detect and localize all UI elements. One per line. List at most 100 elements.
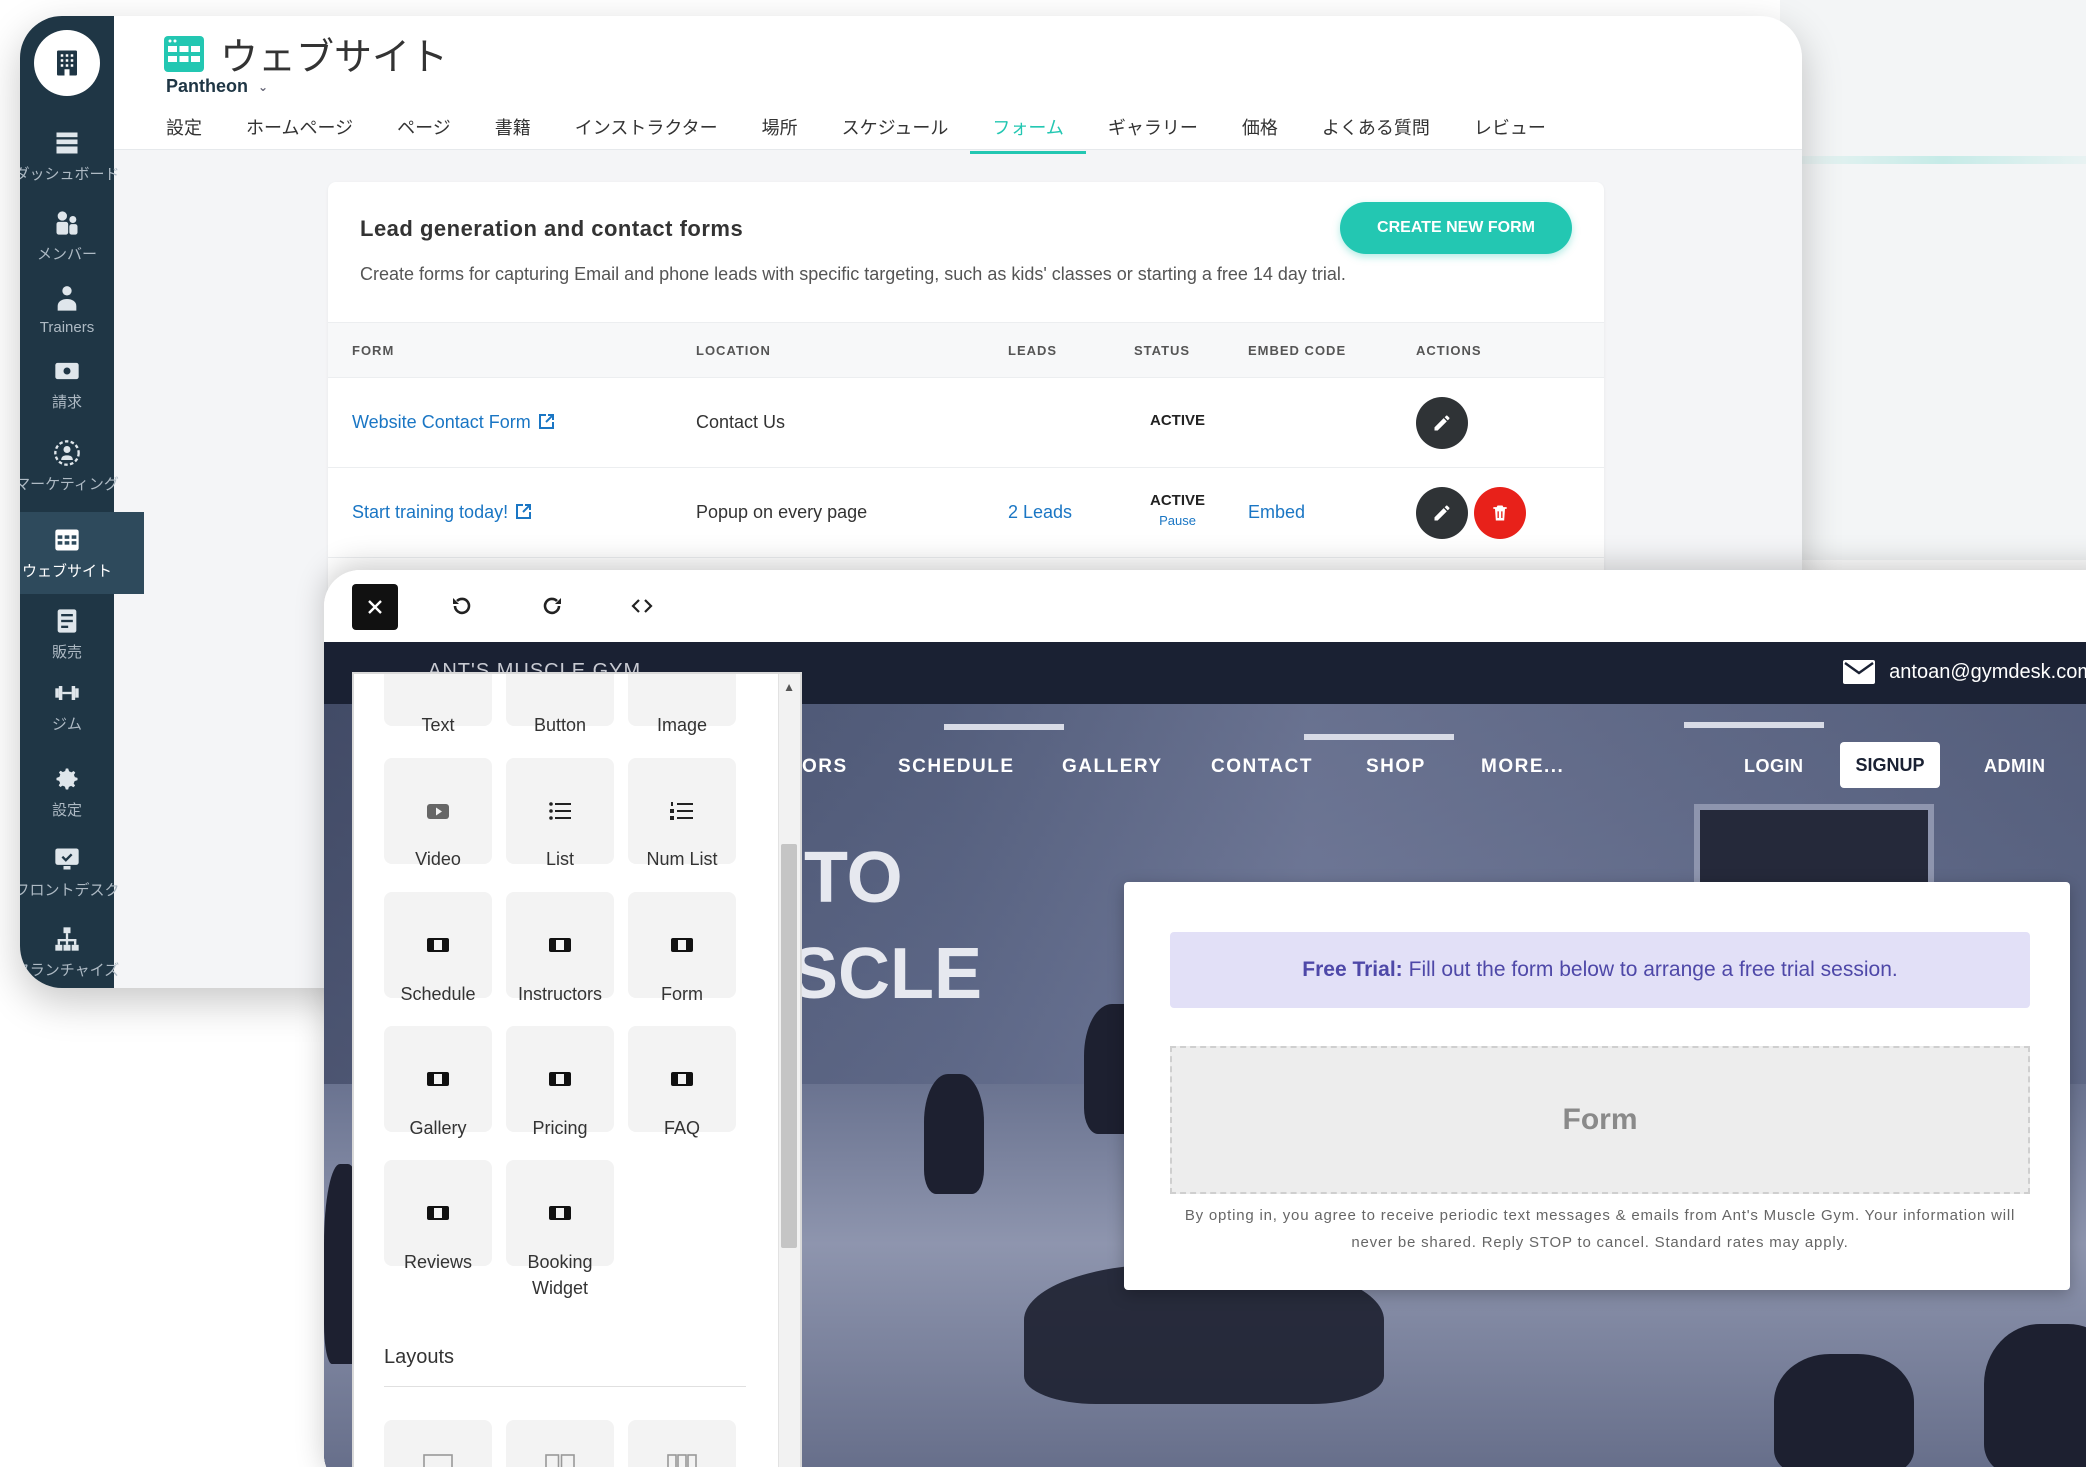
app-logo[interactable] — [34, 30, 100, 96]
signup-button[interactable]: SIGNUP — [1840, 742, 1940, 788]
sidebar-item-marketing[interactable]: マーケティング — [20, 428, 144, 504]
table-row: Website Contact Form Contact Us ACTIVE — [328, 378, 1604, 468]
login-link[interactable]: LOGIN — [1744, 756, 1804, 777]
create-new-form-button[interactable]: CREATE NEW FORM — [1340, 202, 1572, 254]
layout-two-column[interactable] — [506, 1420, 614, 1467]
marketing-icon — [54, 439, 80, 466]
tab-reviews[interactable]: レビュー — [1474, 114, 1546, 154]
tab-pricing[interactable]: 価格 — [1242, 114, 1278, 154]
tab-instructors[interactable]: インストラクター — [575, 114, 718, 154]
nav-item-gallery[interactable]: GALLERY — [1062, 756, 1163, 778]
palette-scrollbar[interactable]: ▲ — [778, 674, 800, 1467]
external-link-icon — [516, 504, 532, 519]
nav-item-contact[interactable]: CONTACT — [1211, 756, 1313, 778]
form-leads-link[interactable]: 2 Leads — [1008, 502, 1072, 523]
trial-form-card: Free Trial: Fill out the form below to ar… — [1124, 882, 2070, 1290]
widget-icon — [549, 938, 571, 952]
pause-link[interactable]: Pause — [1150, 513, 1205, 528]
close-button[interactable] — [352, 584, 398, 630]
sidebar-item-gym[interactable]: ジム — [20, 668, 144, 744]
form-placeholder[interactable]: Form — [1170, 1046, 2030, 1194]
status-badge: ACTIVE — [1150, 412, 1206, 429]
scroll-thumb[interactable] — [781, 844, 797, 1248]
trainers-icon — [57, 285, 77, 311]
external-link-icon — [538, 414, 554, 429]
tab-books[interactable]: 書籍 — [495, 114, 531, 154]
edit-button[interactable] — [1416, 397, 1468, 449]
tab-settings[interactable]: 設定 — [166, 114, 202, 154]
tab-homepage[interactable]: ホームページ — [246, 114, 353, 154]
element-label: Booking Widget — [527, 1252, 593, 1298]
members-icon — [56, 210, 78, 235]
widget-icon — [549, 1206, 571, 1220]
embed-link[interactable]: Embed — [1248, 502, 1305, 523]
divider — [384, 1386, 746, 1387]
sidebar-item-label: マーケティング — [20, 475, 119, 493]
widget-icon — [427, 1072, 449, 1086]
front-desk-icon — [55, 848, 79, 869]
background-panel — [1780, 0, 2086, 560]
element-label: Pricing — [532, 1118, 588, 1138]
sidebar-item-settings[interactable]: 設定 — [20, 754, 144, 830]
sidebar-item-label: フロントデスク — [20, 881, 120, 899]
page-title-text: ウェブサイト — [220, 35, 449, 79]
pencil-icon — [1434, 415, 1450, 431]
tab-forms[interactable]: フォーム — [970, 114, 1087, 154]
editor-toolbar — [324, 570, 2086, 642]
sidebar-item-website[interactable]: ウェブサイト — [20, 512, 144, 594]
site-selector[interactable]: Pantheon ⌄ — [166, 76, 268, 97]
form-location: Contact Us — [696, 412, 786, 432]
redo-button[interactable] — [538, 592, 566, 620]
redo-icon — [543, 597, 561, 615]
gym-icon — [55, 685, 79, 700]
column-header: LOCATION — [696, 343, 771, 358]
column-header: LEADS — [1008, 343, 1058, 358]
sidebar-item-front-desk[interactable]: フロントデスク — [20, 834, 144, 910]
admin-link[interactable]: ADMIN — [1984, 756, 2046, 777]
scroll-up-icon[interactable]: ▲ — [783, 680, 795, 694]
column-header: STATUS — [1134, 343, 1191, 358]
nav-item-shop[interactable]: SHOP — [1366, 756, 1426, 778]
sidebar-item-label: ウェブサイト — [21, 562, 112, 580]
nav-item-more[interactable]: MORE... — [1481, 756, 1564, 778]
sidebar-item-billing[interactable]: 請求 — [20, 346, 144, 422]
gear-icon — [56, 768, 78, 789]
site-name: Pantheon — [166, 76, 249, 96]
tab-bar: 設定 ホームページ ページ 書籍 インストラクター 場所 スケジュール フォーム… — [166, 114, 1590, 154]
three-column-icon — [667, 1454, 697, 1467]
billing-icon — [55, 362, 79, 379]
widget-icon — [427, 1206, 449, 1220]
sidebar-item-members[interactable]: メンバー — [20, 198, 144, 274]
tab-faq[interactable]: よくある質問 — [1322, 114, 1430, 154]
sidebar-item-sales[interactable]: 販売 — [20, 596, 144, 672]
sidebar-item-label: 請求 — [51, 393, 82, 411]
page-editor-window: TO SCLE ANT'S MUSCLE GYM antoan@gymdesk.… — [324, 570, 2086, 1467]
tab-gallery[interactable]: ギャラリー — [1108, 114, 1198, 154]
delete-button[interactable] — [1474, 487, 1526, 539]
code-icon — [631, 599, 653, 613]
tab-schedule[interactable]: スケジュール — [842, 114, 949, 154]
card-title: Lead generation and contact forms — [360, 216, 744, 241]
undo-button[interactable] — [448, 592, 476, 620]
contact-email[interactable]: antoan@gymdesk.com — [1843, 660, 2086, 684]
layout-one-column[interactable] — [384, 1420, 492, 1467]
sidebar-item-trainers[interactable]: Trainers — [20, 272, 144, 348]
nav-item-schedule[interactable]: SCHEDULE — [898, 756, 1015, 778]
form-link[interactable]: Start training today! — [352, 502, 532, 523]
code-view-button[interactable] — [628, 592, 656, 620]
sidebar-item-franchise[interactable]: フランチャイズ — [20, 914, 144, 988]
page-title: ウェブサイト — [164, 26, 448, 81]
tab-pages[interactable]: ページ — [397, 114, 451, 154]
edit-button[interactable] — [1416, 487, 1468, 539]
element-label: Image — [656, 715, 708, 735]
tab-locations[interactable]: 場所 — [762, 114, 798, 154]
layout-three-column[interactable] — [628, 1420, 736, 1467]
list-icon — [549, 802, 571, 820]
element-label: Num List — [646, 849, 718, 869]
status-badge: ACTIVE Pause — [1150, 492, 1206, 528]
sidebar: ダッシュボード メンバー Trainers 請求 マーケティング ウェブサイト … — [20, 16, 144, 988]
sidebar-item-label: 設定 — [51, 801, 82, 819]
form-link[interactable]: Website Contact Form — [352, 412, 555, 433]
nav-item[interactable]: ORS — [802, 756, 848, 778]
element-label: Instructors — [517, 984, 603, 1004]
